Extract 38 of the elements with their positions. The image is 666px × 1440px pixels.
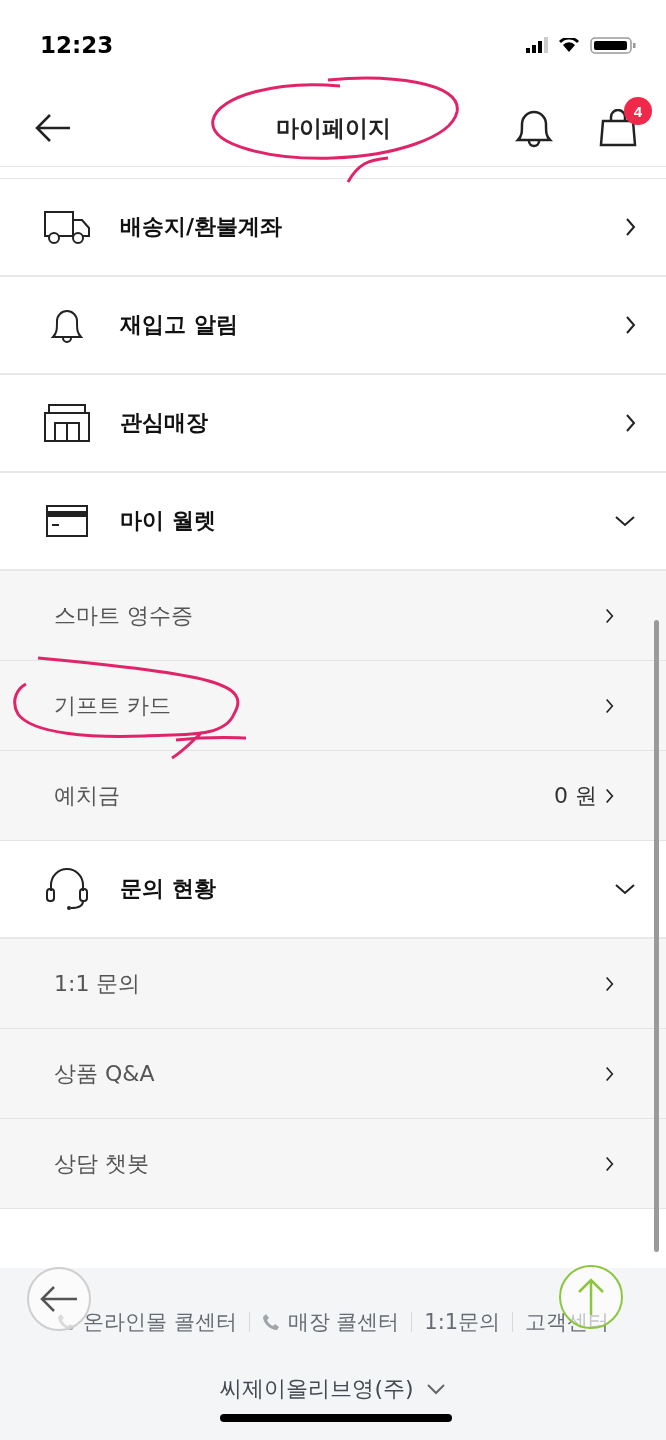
status-time: 12:23 (40, 32, 114, 58)
chevron-right-icon (605, 606, 614, 625)
balance-value: 0 원 (554, 781, 597, 810)
submenu-item[interactable]: 상담 챗봇 (0, 1119, 666, 1209)
chevron-right-icon (605, 1064, 614, 1083)
phone-icon (261, 1313, 280, 1331)
credit-card-icon (45, 504, 89, 538)
submenu-item[interactable]: 1:1 문의 (0, 939, 666, 1029)
chevron-down-icon (425, 1383, 446, 1395)
chevron-right-icon (625, 216, 636, 238)
chevron-right-icon (605, 1154, 614, 1173)
chevron-right-icon (605, 974, 614, 993)
truck-icon (43, 210, 91, 244)
footer-link[interactable]: 온라인몰 콜센터 (56, 1308, 237, 1336)
chevron-right-icon (625, 314, 636, 336)
chevron-right-icon (605, 696, 614, 715)
footer-link[interactable]: 1:1문의 (424, 1308, 501, 1336)
chevron-down-icon (614, 515, 636, 527)
cart-count-badge: 4 (624, 97, 652, 125)
page-title: 마이페이지 (275, 113, 391, 143)
chevron-right-icon (605, 786, 614, 805)
chevron-down-icon (614, 883, 636, 895)
submenu-item[interactable]: 예치금 0 원 (0, 751, 666, 841)
submenu-item[interactable]: 기프트 카드 (0, 661, 666, 751)
phone-icon (56, 1313, 75, 1331)
submenu-item[interactable]: 스마트 영수증 (0, 571, 666, 661)
company-dropdown[interactable]: 씨제이올리브영(주) (220, 1374, 446, 1404)
battery-icon (590, 36, 636, 54)
arrow-left-icon (39, 1284, 79, 1314)
footer-link[interactable]: 매장 콜센터 (261, 1308, 400, 1336)
cart-button[interactable]: 4 (598, 97, 652, 147)
submenu-item[interactable]: 상품 Q&A (0, 1029, 666, 1119)
chevron-right-icon (625, 412, 636, 434)
signal-icon (526, 37, 548, 53)
store-icon (43, 403, 91, 443)
wifi-icon (558, 38, 580, 52)
back-button[interactable] (34, 113, 72, 143)
headset-icon (43, 867, 91, 911)
